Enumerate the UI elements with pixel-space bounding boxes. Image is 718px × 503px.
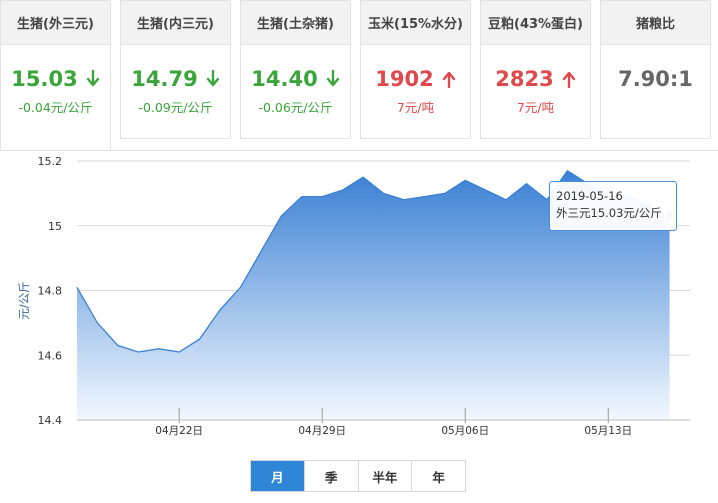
card-change: -0.09元/公斤 <box>138 100 213 115</box>
card-title: 玉米(15%水分) <box>361 1 470 45</box>
card-price-row: 1902 <box>361 65 470 93</box>
y-tick-label: 14.8 <box>38 285 63 298</box>
x-tick-label: 04月29日 <box>298 425 346 437</box>
card-title: 生猪(土杂猪) <box>241 1 350 45</box>
tab-half-year[interactable]: 半年 <box>359 461 413 491</box>
card-hog-external[interactable]: 生猪(外三元) 15.03 -0.04元/公斤 <box>0 0 111 150</box>
card-price: 7.90:1 <box>618 67 693 91</box>
y-tick-label: 15.2 <box>38 155 63 168</box>
arrow-down-icon <box>206 70 219 87</box>
card-title: 猪粮比 <box>601 1 710 45</box>
y-axis-label: 元/公斤 <box>17 281 31 319</box>
chart-tooltip: 2019-05-16 外三元15.03元/公斤 <box>549 181 677 231</box>
card-change: -0.06元/公斤 <box>258 100 333 115</box>
tab-quarter[interactable]: 季 <box>305 461 359 491</box>
card-change: -0.04元/公斤 <box>18 100 93 115</box>
card-change: 7元/吨 <box>516 100 555 115</box>
x-tick-label: 04月22日 <box>155 425 203 437</box>
arrow-down-icon <box>326 70 339 87</box>
card-price-row: 2823 <box>481 65 590 93</box>
card-price: 14.40 <box>251 67 318 91</box>
y-tick-label: 15 <box>48 220 62 233</box>
tooltip-value: 外三元15.03元/公斤 <box>556 206 662 220</box>
period-tabs: 月季半年年 <box>250 460 466 492</box>
x-tick-label: 05月06日 <box>441 425 489 437</box>
card-soymeal[interactable]: 豆粕(43%蛋白) 2823 7元/吨 <box>480 0 591 139</box>
card-hog-grain-ratio[interactable]: 猪粮比 7.90:1 <box>600 0 711 139</box>
card-price-row: 14.79 <box>121 65 230 93</box>
tab-month[interactable]: 月 <box>251 461 305 491</box>
price-cards: 生猪(外三元) 15.03 -0.04元/公斤 生猪(内三元) 14.79 -0.09元/… <box>0 0 718 150</box>
y-tick-label: 14.4 <box>38 414 63 427</box>
arrow-up-icon <box>562 71 575 88</box>
card-price: 15.03 <box>11 67 78 91</box>
card-hog-local[interactable]: 生猪(土杂猪) 14.40 -0.06元/公斤 <box>240 0 351 139</box>
card-price-row: 14.40 <box>241 65 350 93</box>
x-tick-label: 05月13日 <box>584 425 632 437</box>
y-tick-label: 14.6 <box>38 349 63 362</box>
card-title: 豆粕(43%蛋白) <box>481 1 590 45</box>
card-title: 生猪(外三元) <box>1 1 110 45</box>
arrow-up-icon <box>442 71 455 88</box>
card-price: 14.79 <box>131 67 198 91</box>
card-change: 7元/吨 <box>396 100 435 115</box>
card-price-row: 15.03 <box>1 65 110 93</box>
card-corn[interactable]: 玉米(15%水分) 1902 7元/吨 <box>360 0 471 139</box>
card-title: 生猪(内三元) <box>121 1 230 45</box>
card-hog-internal[interactable]: 生猪(内三元) 14.79 -0.09元/公斤 <box>120 0 231 139</box>
tooltip-date: 2019-05-16 <box>556 189 623 203</box>
arrow-down-icon <box>86 70 99 87</box>
card-price: 1902 <box>375 67 434 91</box>
card-price-row: 7.90:1 <box>601 65 710 93</box>
card-price: 2823 <box>495 67 554 91</box>
tab-year[interactable]: 年 <box>412 461 465 491</box>
